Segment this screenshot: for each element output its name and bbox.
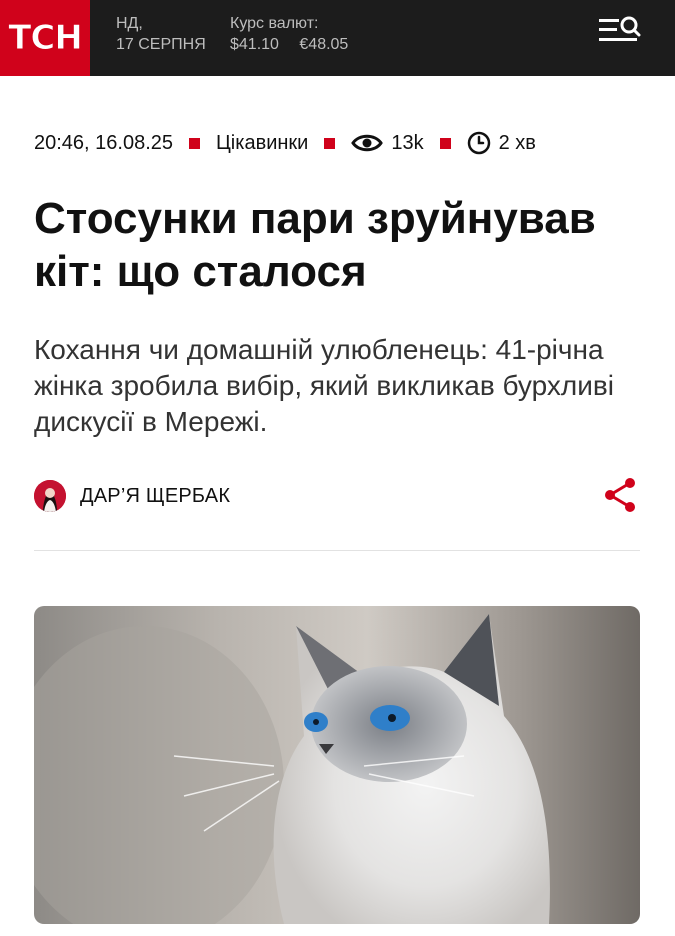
author-name[interactable]: ДАР’Я ЩЕРБАК bbox=[80, 485, 230, 508]
article-hero-image[interactable] bbox=[34, 606, 640, 924]
eur-rate: €48.05 bbox=[299, 36, 349, 53]
menu-search-icon bbox=[599, 16, 641, 41]
author-avatar bbox=[34, 480, 66, 512]
share-button[interactable] bbox=[600, 475, 640, 515]
publish-time: 20:46, 16.08.25 bbox=[34, 131, 174, 154]
views-count: 13k bbox=[391, 131, 424, 154]
logo-text: ТСН bbox=[8, 18, 84, 59]
day-of-week: НД, bbox=[116, 15, 143, 32]
article-meta: 20:46, 16.08.25 Цікавинки 13k 2 хв bbox=[34, 128, 536, 158]
author-block[interactable]: ДАР’Я ЩЕРБАК bbox=[34, 479, 230, 513]
rates-label: Курс валют: bbox=[230, 15, 319, 32]
clock-icon bbox=[467, 131, 491, 155]
separator-square bbox=[189, 137, 201, 149]
eye-icon bbox=[351, 133, 384, 153]
separator-square bbox=[439, 137, 451, 149]
tsn-logo[interactable]: ТСН bbox=[0, 0, 90, 76]
category-link[interactable]: Цікавинки bbox=[216, 132, 308, 155]
date-text: 17 СЕРПНЯ bbox=[116, 36, 206, 53]
separator-square bbox=[324, 137, 336, 149]
menu-search-button[interactable] bbox=[596, 14, 644, 50]
site-header: ТСН НД, 17 СЕРПНЯ Курс валют: $41.10 €48… bbox=[0, 0, 675, 76]
currency-rates: Курс валют: $41.10 €48.05 bbox=[230, 13, 364, 55]
article-lead: Кохання чи домашній улюбленець: 41-річна… bbox=[34, 334, 614, 437]
article-title: Стосунки пари зруйнував кіт: що сталося bbox=[34, 194, 596, 296]
cat-photo bbox=[34, 614, 550, 924]
read-time: 2 хв bbox=[498, 131, 536, 154]
share-icon bbox=[605, 478, 635, 512]
usd-rate: $41.10 bbox=[230, 36, 279, 53]
current-date: НД, 17 СЕРПНЯ bbox=[116, 13, 206, 55]
divider bbox=[34, 550, 640, 551]
